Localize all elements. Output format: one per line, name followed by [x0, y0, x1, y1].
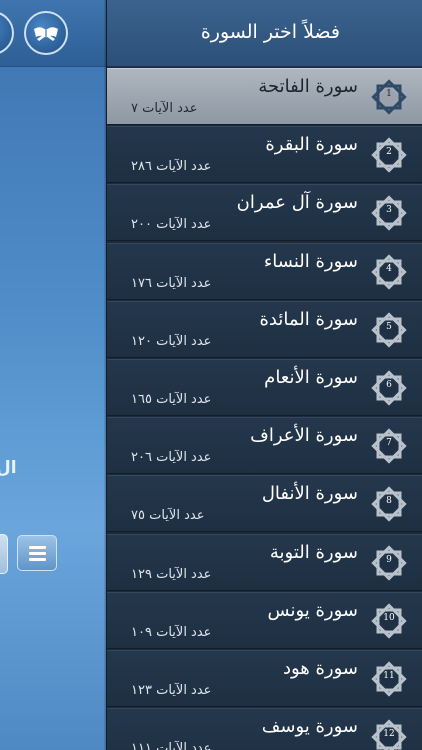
quran-button[interactable]: [24, 11, 68, 55]
menu-button[interactable]: [17, 535, 57, 571]
surah-row[interactable]: 11 سورة هود عدد الآيات ١٢٣: [107, 650, 422, 707]
surah-number: 8: [386, 496, 392, 506]
ayah-count: عدد الآيات ٢٠٦: [131, 450, 212, 465]
surah-name: سورة البقرة: [265, 134, 358, 155]
surah-row[interactable]: 8 سورة الأنفال عدد الآيات ٧٥: [107, 475, 422, 532]
surah-number: 3: [386, 205, 392, 215]
surah-number: 6: [386, 380, 392, 390]
ayah-count: عدد الآيات ١٢٣: [131, 683, 212, 698]
ayah-count: عدد الآيات ١٢٠: [131, 334, 212, 349]
main-screen-text: ال: [0, 458, 17, 478]
ayah-count: عدد الآيات ٧: [131, 101, 198, 116]
ayah-count: عدد الآيات ١٠٩: [131, 625, 212, 640]
surah-number-badge: 8: [369, 484, 409, 524]
surah-number: 12: [383, 729, 395, 739]
surah-number: 4: [386, 264, 392, 274]
main-screen-panel: ال: [0, 0, 106, 750]
surah-name: سورة النساء: [263, 251, 358, 272]
surah-row[interactable]: 6 سورة الأنعام عدد الآيات ١٦٥: [107, 359, 422, 416]
ayah-count: عدد الآيات ١٦٥: [131, 392, 212, 407]
ayah-count: عدد الآيات ١٢٩: [131, 567, 212, 582]
surah-number: 9: [386, 555, 392, 565]
surah-number: 11: [383, 671, 395, 681]
surah-name: سورة يوسف: [261, 716, 358, 737]
ayah-count: عدد الآيات ١١١: [131, 741, 212, 750]
surah-number-badge: 11: [369, 659, 409, 699]
surah-number: 10: [383, 613, 395, 623]
surah-number-badge: 2: [369, 135, 409, 175]
surah-number: 5: [386, 322, 392, 332]
surah-number-badge: 12: [369, 717, 409, 750]
surah-number-badge: 5: [369, 310, 409, 350]
surah-row[interactable]: 12 سورة يوسف عدد الآيات ١١١: [107, 708, 422, 750]
surah-name: سورة الأنعام: [264, 367, 358, 388]
open-book-icon: [34, 27, 58, 41]
surah-row[interactable]: 4 سورة النساء عدد الآيات ١٧٦: [107, 243, 422, 300]
ayah-count: عدد الآيات ٢٨٦: [131, 159, 212, 174]
surah-name: سورة التوبة: [269, 542, 358, 563]
toolbar-button-partial[interactable]: [0, 11, 14, 55]
surah-number-badge: 1: [369, 77, 409, 117]
main-toolbar: [0, 0, 106, 67]
surah-number-badge: 9: [369, 543, 409, 583]
surah-number-badge: 10: [369, 601, 409, 641]
surah-name: سورة يونس: [267, 600, 359, 621]
surah-number-badge: 3: [369, 193, 409, 233]
menu-header: فضلاً اختر السورة: [107, 0, 422, 67]
surah-menu: فضلاً اختر السورة 1 سورة الفاتحة عدد الآيا…: [107, 0, 422, 750]
ayah-count: عدد الآيات ١٧٦: [131, 276, 212, 291]
surah-row[interactable]: 1 سورة الفاتحة عدد الآيات ٧: [107, 68, 422, 125]
surah-number: 7: [386, 438, 392, 448]
ayah-count: عدد الآيات ٢٠٠: [131, 217, 212, 232]
surah-number-badge: 4: [369, 252, 409, 292]
surah-row[interactable]: 7 سورة الأعراف عدد الآيات ٢٠٦: [107, 417, 422, 474]
surah-number-badge: 7: [369, 426, 409, 466]
surah-row[interactable]: 10 سورة يونس عدد الآيات ١٠٩: [107, 592, 422, 649]
menu-title: فضلاً اختر السورة: [200, 21, 340, 43]
surah-number: 1: [386, 89, 392, 99]
surah-row[interactable]: 9 سورة التوبة عدد الآيات ١٢٩: [107, 534, 422, 591]
partial-control-button[interactable]: [0, 534, 8, 574]
surah-number-badge: 6: [369, 368, 409, 408]
surah-name: سورة المائدة: [259, 309, 359, 330]
surah-name: سورة آل عمران: [236, 192, 358, 213]
surah-name: سورة هود: [282, 658, 358, 679]
surah-name: سورة الأنفال: [261, 483, 358, 504]
surah-name: سورة الفاتحة: [258, 76, 358, 97]
surah-number: 2: [386, 147, 392, 157]
surah-row[interactable]: 3 سورة آل عمران عدد الآيات ٢٠٠: [107, 184, 422, 241]
surah-row[interactable]: 2 سورة البقرة عدد الآيات ٢٨٦: [107, 126, 422, 183]
ayah-count: عدد الآيات ٧٥: [131, 508, 205, 523]
surah-name: سورة الأعراف: [250, 425, 358, 446]
surah-row[interactable]: 5 سورة المائدة عدد الآيات ١٢٠: [107, 301, 422, 358]
